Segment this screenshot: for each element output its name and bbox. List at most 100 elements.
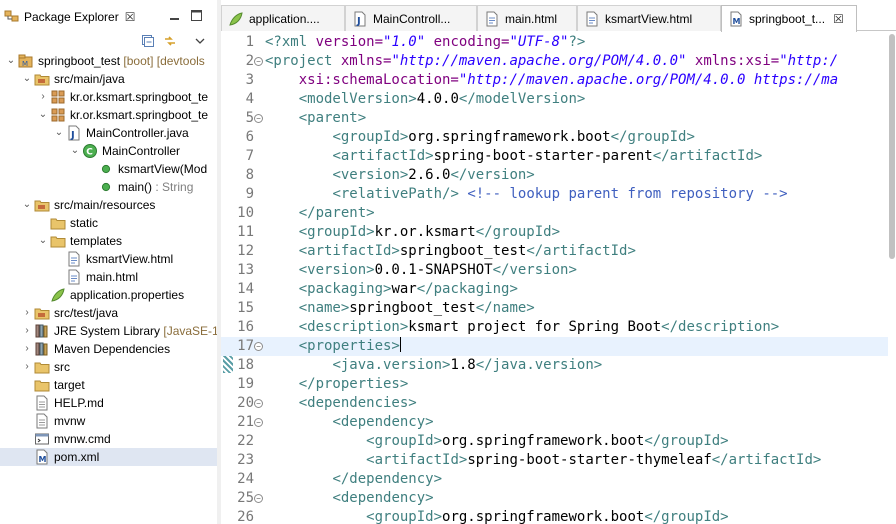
chevron-down-icon[interactable]: ⌄: [22, 200, 32, 210]
chevron-down-icon[interactable]: ⌄: [38, 236, 48, 246]
package-explorer: Package Explorer ☒ ⌄ Mspringboot_test [bo…: [0, 0, 217, 524]
tree-item[interactable]: mvnw: [0, 412, 217, 430]
tree-item[interactable]: mvnw.cmd: [0, 430, 217, 448]
chevron-right-icon[interactable]: ›: [22, 326, 32, 336]
chevron-right-icon[interactable]: ›: [38, 92, 48, 102]
class-icon: C: [82, 143, 98, 159]
chevron-down-icon[interactable]: ⌄: [38, 110, 48, 120]
line-text: <dependency>: [265, 413, 433, 432]
close-icon[interactable]: ☒: [833, 12, 844, 26]
tree-item[interactable]: ⌄ J MainController.java: [0, 124, 217, 142]
line-number: 22: [237, 433, 254, 449]
editor-tab[interactable]: application....: [221, 5, 345, 31]
code-line[interactable]: 2− <project xmlns="http://maven.apache.or…: [221, 52, 896, 71]
fold-toggle-icon[interactable]: −: [254, 418, 263, 427]
code-line[interactable]: 9 <relativePath/> <!-- lookup parent fro…: [221, 185, 896, 204]
code-line[interactable]: 20− <dependencies>: [221, 394, 896, 413]
tree-item[interactable]: ⌄ Mspringboot_test [boot] [devtools: [0, 52, 217, 70]
line-number: 5: [245, 110, 254, 126]
code-line[interactable]: 1 <?xml version="1.0" encoding="UTF-8"?>: [221, 33, 896, 52]
code-line[interactable]: 16 <description>ksmart project for Sprin…: [221, 318, 896, 337]
code-line[interactable]: 17− <properties>: [221, 337, 896, 356]
code-line[interactable]: 22 <groupId>org.springframework.boot</gr…: [221, 432, 896, 451]
code-line[interactable]: 13 <version>0.0.1-SNAPSHOT</version>: [221, 261, 896, 280]
editor-tab[interactable]: Mspringboot_t... ☒: [721, 5, 857, 32]
tree-item[interactable]: Mpom.xml: [0, 448, 217, 466]
tree-item[interactable]: static: [0, 214, 217, 232]
link-with-editor-icon[interactable]: [162, 34, 177, 48]
maximize-icon[interactable]: [190, 9, 203, 22]
fold-toggle-icon[interactable]: −: [254, 342, 263, 351]
scrollbar-thumb[interactable]: [889, 34, 895, 259]
fold-toggle-icon[interactable]: −: [254, 399, 263, 408]
fold-toggle-icon[interactable]: −: [254, 114, 263, 123]
tree-item[interactable]: target: [0, 376, 217, 394]
line-text: <java.version>1.8</java.version>: [265, 356, 602, 375]
code-line[interactable]: 6 <groupId>org.springframework.boot</gro…: [221, 128, 896, 147]
line-text: <relativePath/> <!-- lookup parent from …: [265, 185, 787, 204]
chevron-right-icon[interactable]: ›: [22, 362, 32, 372]
code-line[interactable]: 24 </dependency>: [221, 470, 896, 489]
tree-item[interactable]: ⌄ templates: [0, 232, 217, 250]
tree-item[interactable]: ⌄ src/main/java: [0, 70, 217, 88]
tree-item-label: JRE System Library: [54, 324, 161, 338]
tree-item[interactable]: ⌄ C MainController: [0, 142, 217, 160]
fold-toggle-icon[interactable]: −: [254, 494, 263, 503]
java-file-icon: J: [66, 125, 82, 141]
editor-tab[interactable]: main.html: [477, 5, 577, 31]
chevron-right-icon[interactable]: ›: [22, 344, 32, 354]
collapse-all-icon[interactable]: [140, 34, 155, 48]
code-line[interactable]: 21− <dependency>: [221, 413, 896, 432]
code-line[interactable]: 10 </parent>: [221, 204, 896, 223]
code-line[interactable]: 23 <artifactId>spring-boot-starter-thyme…: [221, 451, 896, 470]
tree-item[interactable]: › Maven Dependencies: [0, 340, 217, 358]
line-number: 13: [237, 262, 254, 278]
line-text: <description>ksmart project for Spring B…: [265, 318, 779, 337]
view-dropdown-icon[interactable]: [192, 34, 207, 48]
code-line[interactable]: 3 xsi:schemaLocation="http://maven.apach…: [221, 71, 896, 90]
code-line[interactable]: 19 </properties>: [221, 375, 896, 394]
text-file-icon: [34, 395, 50, 411]
code-line[interactable]: 14 <packaging>war</packaging>: [221, 280, 896, 299]
chevron-down-icon[interactable]: ⌄: [22, 74, 32, 84]
code-line[interactable]: 15 <name>springboot_test</name>: [221, 299, 896, 318]
code-line[interactable]: 12 <artifactId>springboot_test</artifact…: [221, 242, 896, 261]
vertical-scrollbar[interactable]: [888, 32, 896, 524]
tree-item-text: main.html: [86, 270, 138, 284]
chevron-down-icon[interactable]: ⌄: [70, 146, 80, 156]
editor-tab[interactable]: J MainControll...: [345, 5, 477, 31]
code-line[interactable]: 18 <java.version>1.8</java.version>: [221, 356, 896, 375]
tree-item[interactable]: ⌄ src/main/resources: [0, 196, 217, 214]
chevron-right-icon[interactable]: ›: [22, 308, 32, 318]
tree-item[interactable]: ksmartView(Mod: [0, 160, 217, 178]
editor-tab[interactable]: ksmartView.html: [577, 5, 721, 31]
tree-item[interactable]: ⌄ kr.or.ksmart.springboot_te: [0, 106, 217, 124]
tree-item[interactable]: ksmartView.html: [0, 250, 217, 268]
fold-toggle-icon[interactable]: −: [254, 57, 263, 66]
tree-item[interactable]: › src/test/java: [0, 304, 217, 322]
chevron-down-icon[interactable]: ⌄: [54, 128, 64, 138]
tree-item[interactable]: HELP.md: [0, 394, 217, 412]
tab-package-explorer[interactable]: Package Explorer ☒: [0, 4, 135, 30]
code-editor[interactable]: 1 <?xml version="1.0" encoding="UTF-8"?> 2…: [221, 32, 896, 524]
tree-item[interactable]: › src: [0, 358, 217, 376]
minimize-icon[interactable]: [168, 9, 181, 22]
code-line[interactable]: 5− <parent>: [221, 109, 896, 128]
code-line[interactable]: 8 <version>2.6.0</version>: [221, 166, 896, 185]
chevron-down-icon[interactable]: ⌄: [6, 56, 16, 66]
code-line[interactable]: 26 <groupId>org.springframework.boot</gr…: [221, 508, 896, 524]
code-line[interactable]: 7 <artifactId>spring-boot-starter-parent…: [221, 147, 896, 166]
tree-item[interactable]: › JRE System Library [JavaSE-1: [0, 322, 217, 340]
close-icon[interactable]: ☒: [125, 10, 136, 24]
code-line[interactable]: 4 <modelVersion>4.0.0</modelVersion>: [221, 90, 896, 109]
code-line[interactable]: 25− <dependency>: [221, 489, 896, 508]
tree-item[interactable]: main() : String: [0, 178, 217, 196]
code-token: </dependency>: [332, 471, 443, 487]
tree-item[interactable]: application.properties: [0, 286, 217, 304]
tree-item[interactable]: › kr.or.ksmart.springboot_te: [0, 88, 217, 106]
code-line[interactable]: 11 <groupId>kr.or.ksmart</groupId>: [221, 223, 896, 242]
tree-item[interactable]: main.html: [0, 268, 217, 286]
